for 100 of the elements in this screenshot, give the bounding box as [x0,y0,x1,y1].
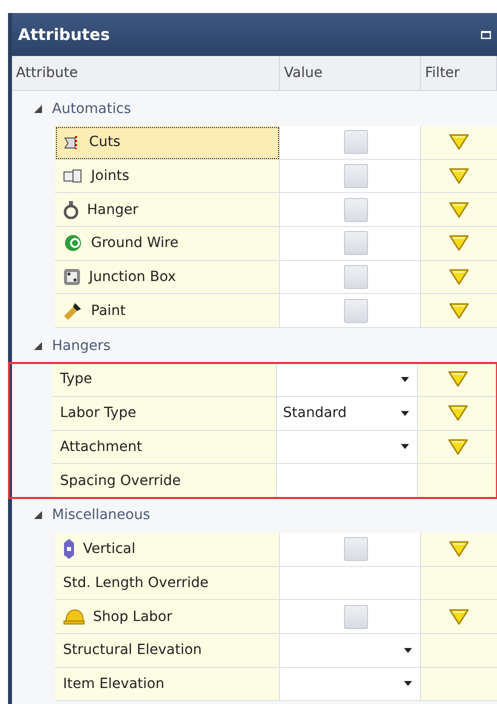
value-field[interactable] [277,464,418,498]
collapse-arrow-icon[interactable] [34,342,42,350]
dropdown-caret-icon[interactable] [401,444,409,450]
filter-icon[interactable] [448,371,468,388]
filter-cell[interactable] [421,193,497,228]
group-label: Hangers [52,338,111,354]
junction-box-icon [63,268,81,286]
value-field[interactable] [280,227,421,261]
attribute-label: Attachment [60,438,142,455]
dropdown-caret-icon[interactable] [401,410,409,416]
attribute-label: Vertical [83,541,136,558]
attribute-name-cell[interactable]: Attachment [52,430,277,464]
filter-cell[interactable] [421,566,497,600]
attribute-name-cell[interactable]: Joints [55,160,280,194]
filter-cell[interactable] [421,294,497,328]
column-header[interactable]: Filter [421,56,497,90]
dropdown-caret-icon[interactable] [404,681,412,686]
filter-cell[interactable] [418,396,497,430]
checkbox[interactable] [344,298,368,323]
filter-cell[interactable] [421,600,497,634]
attribute-label: Spacing Override [60,472,181,489]
vertical-icon [63,539,75,560]
dropdown-value: Standard [283,405,347,422]
attribute-label: Joints [91,168,130,184]
attribute-name-cell[interactable]: Shop Labor [55,600,280,634]
filter-cell[interactable] [421,126,497,160]
attribute-label: Hanger [87,202,138,218]
attribute-label: Labor Type [60,405,136,422]
value-field[interactable] [280,193,421,228]
attribute-name-cell[interactable]: Spacing Override [52,464,277,498]
value-field[interactable] [280,126,421,160]
collapse-arrow-icon[interactable] [34,511,42,520]
attribute-name-cell[interactable]: Std. Length Override [55,566,280,600]
dropdown-field[interactable]: Standard [277,396,418,430]
attribute-name-cell[interactable]: Labor Type [52,396,277,430]
ground-wire-icon [63,234,83,252]
attribute-label: Junction Box [89,269,176,286]
column-header[interactable]: Attribute [12,56,280,90]
attribute-label: Std. Length Override [63,574,208,591]
attribute-label: Type [60,371,92,388]
group-label: Miscellaneous [52,507,150,524]
value-field[interactable] [280,294,421,328]
column-header[interactable]: Value [280,56,421,90]
maximize-icon[interactable] [481,30,491,38]
filter-icon[interactable] [448,405,468,422]
filter-cell[interactable] [418,464,497,498]
panel-title: Attributes [18,25,110,44]
dropdown-caret-icon[interactable] [401,376,409,382]
filter-icon[interactable] [449,134,469,150]
checkbox[interactable] [344,265,368,290]
filter-cell[interactable] [421,160,497,194]
value-field[interactable] [280,532,421,567]
attribute-label: Structural Elevation [63,642,202,658]
filter-cell[interactable] [421,227,497,261]
filter-cell[interactable] [418,363,497,397]
attribute-name-cell[interactable]: Hanger [55,193,280,228]
joint-icon [63,169,83,184]
attribute-name-cell[interactable]: Ground Wire [55,227,280,261]
value-field[interactable] [280,566,421,600]
dropdown-field[interactable] [277,363,418,397]
attribute-name-cell[interactable]: Junction Box [55,260,280,294]
checkbox[interactable] [344,604,368,629]
filter-cell[interactable] [418,430,497,464]
value-field[interactable] [280,160,421,194]
checkbox[interactable] [344,537,368,562]
filter-icon[interactable] [449,269,469,286]
dropdown-field[interactable] [277,430,418,464]
group-label: Automatics [52,100,132,116]
filter-cell[interactable] [421,634,497,668]
checkbox[interactable] [344,164,368,188]
attribute-name-cell[interactable]: Vertical [55,532,280,567]
dropdown-field[interactable] [280,634,421,668]
filter-icon[interactable] [449,168,469,184]
attribute-name-cell[interactable]: Paint [55,294,280,328]
attribute-name-cell[interactable]: Cuts [55,126,280,160]
filter-cell[interactable] [421,668,497,702]
filter-icon[interactable] [449,608,469,625]
value-field[interactable] [280,600,421,634]
filter-icon[interactable] [449,235,469,252]
attribute-label: Shop Labor [93,608,172,625]
filter-icon[interactable] [449,302,469,319]
attribute-label: Ground Wire [91,235,178,252]
filter-cell[interactable] [421,260,497,294]
collapse-arrow-icon[interactable] [34,104,42,112]
filter-icon[interactable] [449,202,469,218]
filter-icon[interactable] [449,541,469,558]
checkbox[interactable] [344,198,368,222]
attribute-name-cell[interactable]: Item Elevation [55,668,280,702]
hard-hat-icon [63,608,85,626]
attribute-name-cell[interactable]: Structural Elevation [55,634,280,668]
filter-cell[interactable] [421,532,497,567]
value-field[interactable] [280,260,421,294]
attribute-name-cell[interactable]: Type [52,363,277,397]
paint-brush-icon [63,300,83,321]
dropdown-caret-icon[interactable] [404,648,412,653]
dropdown-field[interactable] [280,668,421,702]
checkbox[interactable] [344,231,368,256]
checkbox[interactable] [344,130,368,154]
hanger-icon [63,200,79,219]
filter-icon[interactable] [448,438,468,455]
